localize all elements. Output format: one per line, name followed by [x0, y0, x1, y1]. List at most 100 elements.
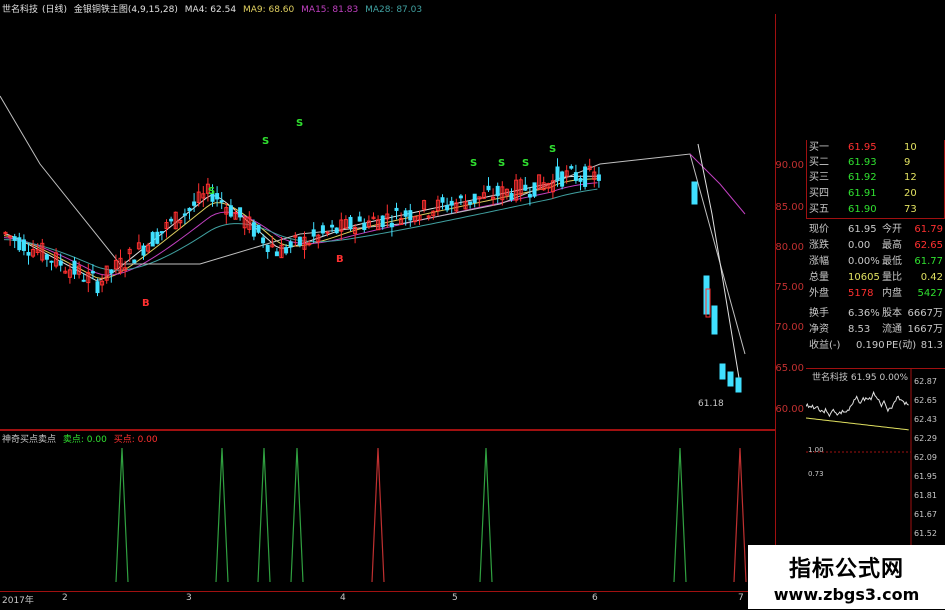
candle-body	[155, 231, 160, 244]
candle-body	[49, 260, 54, 263]
sell-signal-label: S	[470, 158, 477, 169]
candle-body	[711, 305, 718, 335]
signal-spike	[479, 447, 493, 583]
ma-line	[697, 143, 741, 385]
low-price-label: 61.18	[698, 399, 724, 409]
price-tick: 75.00	[775, 282, 804, 293]
timeline-axis: 2017年 2 3 4 5 6 7	[0, 591, 775, 610]
signal-spike	[290, 447, 304, 583]
candle-body	[90, 271, 95, 274]
watermark-logo: 指标公式网 www.zbgs3.com	[748, 545, 945, 609]
mini-price-tick: 62.29	[914, 434, 937, 443]
candle-body	[573, 172, 578, 181]
candlestick-chart[interactable]: S S S S S S S B B 61.18	[0, 14, 775, 430]
indicator-chart[interactable]	[0, 430, 775, 590]
band-line	[0, 95, 746, 355]
candle-body	[44, 254, 49, 260]
mini-price-tick: 61.67	[914, 510, 937, 519]
sell-signal-label: S	[498, 158, 505, 169]
candle-body	[330, 224, 335, 228]
candle-body	[187, 207, 192, 212]
signal-spike	[215, 447, 229, 583]
sell-signal-label: S	[262, 136, 269, 147]
candle-body	[288, 241, 293, 248]
mini-price-tick: 62.43	[914, 415, 937, 424]
candle-body	[394, 207, 399, 211]
stat-row: 总量 10605 量比 0.42	[809, 272, 943, 283]
candle-body	[532, 182, 537, 197]
candle-body	[141, 245, 146, 256]
candle-body	[509, 192, 514, 200]
candle-body	[555, 166, 560, 181]
buy-signal-label: B	[142, 298, 150, 309]
mini-price-tick: 62.87	[914, 377, 937, 386]
price-tick: 65.00	[775, 363, 804, 374]
candle-body	[357, 216, 362, 222]
candle-body	[215, 193, 220, 200]
candle-body	[256, 225, 261, 233]
candle-body	[169, 218, 174, 222]
candle-body	[297, 236, 302, 246]
sell-signal-label: S	[522, 158, 529, 169]
stat-row: 换手 6.36% 股本 6667万	[809, 308, 943, 319]
timeline-label: 3	[186, 593, 192, 603]
timeline-label: 2	[62, 593, 68, 603]
candle-body	[109, 269, 114, 274]
price-tick: 90.00	[775, 160, 804, 171]
candle-body	[403, 210, 408, 217]
timeline-label: 6	[592, 593, 598, 603]
candle-body	[527, 194, 532, 198]
candle-body	[408, 210, 413, 221]
mini-price-tick: 61.52	[914, 529, 937, 538]
candle-body	[362, 222, 367, 230]
mini-price-tick: 61.81	[914, 491, 937, 500]
candle-body	[334, 227, 339, 234]
candle-body	[596, 174, 601, 181]
candle-body	[58, 260, 63, 266]
signal-spike	[673, 447, 687, 583]
stat-row: 现价 61.95 今开 61.79	[809, 224, 943, 235]
sell-signal-label: S	[208, 186, 215, 197]
stat-row: 涨幅 0.00% 最低 61.77	[809, 256, 943, 267]
candle-body	[182, 213, 187, 216]
buy-signal-label: B	[336, 254, 344, 265]
candle-body	[348, 216, 353, 230]
bid-row: 买四 61.91 20	[809, 188, 917, 199]
candle-body	[472, 193, 477, 204]
signal-spike	[257, 447, 271, 583]
stat-row: 外盘 5178 内盘 5427	[809, 288, 943, 299]
candle-body	[719, 363, 726, 380]
candle-body	[132, 259, 137, 264]
candle-body	[192, 201, 197, 206]
candle-body	[449, 200, 454, 206]
signal-spike	[733, 447, 747, 583]
candle-body	[389, 222, 394, 228]
candle-body	[81, 279, 86, 282]
candle-body	[320, 225, 325, 234]
candle-body	[274, 251, 279, 257]
candle-body	[325, 231, 330, 234]
candle-body	[445, 204, 450, 211]
mini-price-tick: 62.65	[914, 396, 937, 405]
candle-body	[251, 222, 256, 237]
price-tick: 70.00	[775, 322, 804, 333]
quote-panel: 买一 61.95 10 买二 61.93 9 买三 61.92 12 买四 61…	[806, 140, 945, 366]
signal-spike	[371, 447, 385, 583]
candle-body	[26, 252, 31, 256]
candle-body	[735, 377, 742, 393]
candle-body	[238, 207, 243, 218]
price-axis: 90.00 85.00 80.00 75.00 70.00 65.00 60.0…	[775, 14, 806, 430]
candle-body	[523, 184, 528, 191]
sell-signal-label: S	[549, 144, 556, 155]
candle-body	[468, 201, 473, 205]
candle-body	[560, 171, 565, 187]
bid-row: 买一 61.95 10	[809, 142, 917, 153]
candle-body	[311, 229, 316, 237]
mini-vol-tick: 1.00	[808, 446, 824, 454]
candle-body	[265, 244, 270, 252]
price-tick: 85.00	[775, 202, 804, 213]
candle-body	[380, 215, 385, 228]
candle-body	[583, 166, 588, 187]
candle-body	[21, 239, 26, 251]
candle-body	[150, 232, 155, 247]
